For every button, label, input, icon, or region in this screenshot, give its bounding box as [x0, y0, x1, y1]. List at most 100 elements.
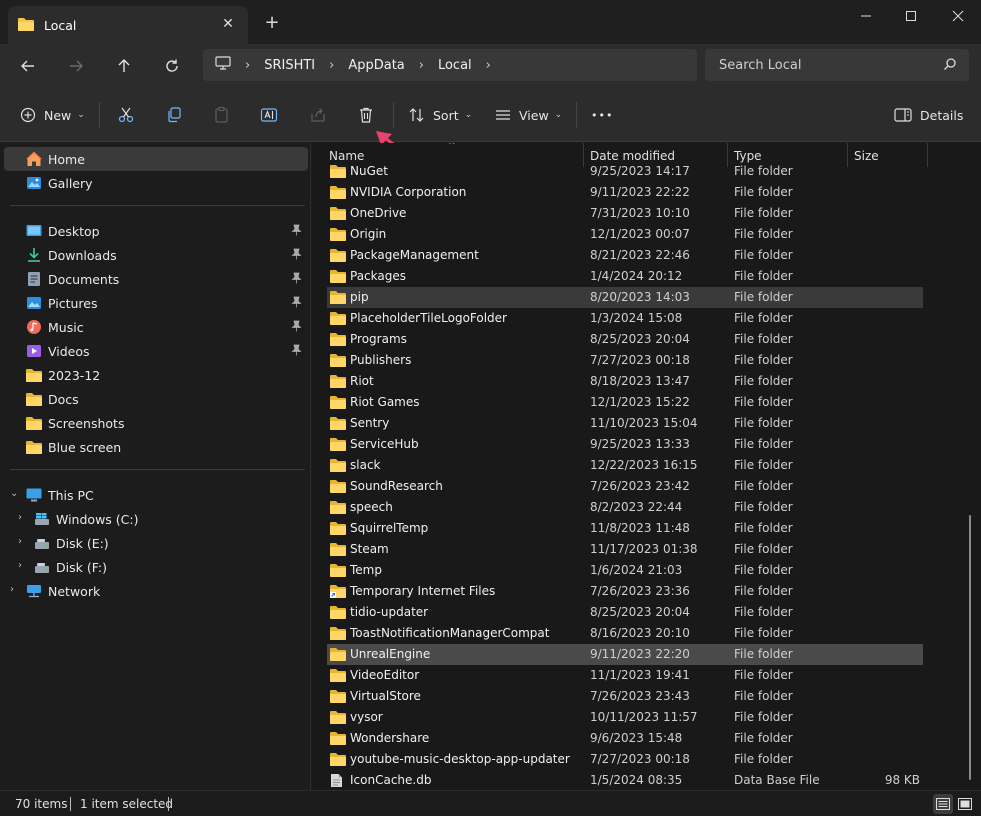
sidebar-item-this-pc[interactable]: ⌄ This PC — [4, 483, 308, 507]
new-button[interactable]: New ⌄ — [20, 101, 85, 129]
pin-icon[interactable] — [291, 248, 302, 263]
close-tab-icon[interactable]: ✕ — [220, 16, 236, 32]
sidebar-item-2023-12[interactable]: 2023-12 — [4, 363, 308, 387]
pin-icon[interactable] — [291, 320, 302, 335]
column-divider[interactable] — [927, 143, 928, 167]
search-icon[interactable] — [943, 57, 957, 74]
vertical-scrollbar[interactable] — [969, 515, 971, 780]
file-row[interactable]: speech 8/2/2023 22:44 File folder — [327, 497, 923, 518]
file-row[interactable]: ServiceHub 9/25/2023 13:33 File folder — [327, 434, 923, 455]
file-row[interactable]: Publishers 7/27/2023 00:18 File folder — [327, 350, 923, 371]
share-button[interactable] — [309, 101, 327, 129]
chevron-right-icon[interactable]: › — [486, 58, 491, 73]
file-name: PackageManagement — [350, 248, 479, 262]
maximize-button[interactable] — [888, 0, 934, 32]
sidebar-item-disk-f[interactable]: › Disk (F:) — [4, 555, 308, 579]
file-row[interactable]: Steam 11/17/2023 01:38 File folder — [327, 539, 923, 560]
sidebar-item-documents[interactable]: Documents — [4, 267, 308, 291]
file-row[interactable]: Packages 1/4/2024 20:12 File folder — [327, 266, 923, 287]
file-row[interactable]: youtube-music-desktop-app-updater 7/27/20… — [327, 749, 923, 770]
folder-icon — [330, 227, 346, 244]
file-row[interactable]: PackageManagement 8/21/2023 22:46 File fol… — [327, 245, 923, 266]
breadcrumb-local[interactable]: Local — [438, 58, 472, 73]
chevron-right-icon[interactable]: › — [10, 584, 14, 595]
sidebar-item-gallery[interactable]: Gallery — [4, 171, 308, 195]
sort-button[interactable]: Sort ⌄ — [409, 101, 472, 129]
file-row[interactable]: Origin 12/1/2023 00:07 File folder — [327, 224, 923, 245]
rename-button[interactable] — [260, 101, 278, 129]
tab-local[interactable]: Local ✕ — [8, 6, 248, 44]
sidebar-item-videos[interactable]: Videos — [4, 339, 308, 363]
file-row[interactable]: Programs 8/25/2023 20:04 File folder — [327, 329, 923, 350]
file-row[interactable]: Sentry 11/10/2023 15:04 File folder — [327, 413, 923, 434]
sidebar-item-music[interactable]: Music — [4, 315, 308, 339]
file-row[interactable]: UnrealEngine 9/11/2023 22:20 File folder — [327, 644, 923, 665]
file-row[interactable]: Wondershare 9/6/2023 15:48 File folder — [327, 728, 923, 749]
cut-button[interactable] — [117, 101, 135, 129]
new-tab-button[interactable]: + — [262, 13, 282, 33]
file-row[interactable]: PlaceholderTileLogoFolder 1/3/2024 15:08 F… — [327, 308, 923, 329]
file-row[interactable]: ToastNotificationManagerCompat 8/16/2023 … — [327, 623, 923, 644]
sidebar-item-blue-screen[interactable]: Blue screen — [4, 435, 308, 459]
chevron-right-icon[interactable]: › — [18, 536, 22, 547]
file-row[interactable]: SquirrelTemp 11/8/2023 11:48 File folder — [327, 518, 923, 539]
chevron-right-icon[interactable]: › — [419, 58, 424, 73]
chevron-right-icon[interactable]: › — [245, 58, 250, 73]
minimize-button[interactable] — [843, 0, 889, 32]
pin-icon[interactable] — [291, 296, 302, 311]
file-row[interactable]: NuGet 9/25/2023 14:17 File folder — [327, 161, 923, 182]
chevron-right-icon[interactable]: › — [329, 58, 334, 73]
sidebar-item-desktop[interactable]: Desktop — [4, 219, 308, 243]
file-row[interactable]: IconCache.db 1/5/2024 08:35 Data Base File… — [327, 770, 923, 790]
file-name: Riot — [350, 374, 374, 388]
pin-icon[interactable] — [291, 224, 302, 239]
file-row[interactable]: Temporary Internet Files 7/26/2023 23:36 F… — [327, 581, 923, 602]
file-row[interactable]: SoundResearch 7/26/2023 23:42 File folder — [327, 476, 923, 497]
paste-button[interactable] — [213, 101, 231, 129]
breadcrumb-srishti[interactable]: SRISHTI — [264, 58, 315, 73]
file-row[interactable]: Temp 1/6/2024 21:03 File folder — [327, 560, 923, 581]
delete-button[interactable] — [357, 101, 375, 129]
file-type: File folder — [734, 563, 793, 577]
back-button[interactable] — [14, 52, 42, 80]
file-row[interactable]: VideoEditor 11/1/2023 19:41 File folder — [327, 665, 923, 686]
sidebar-item-windows-c[interactable]: › Windows (C:) — [4, 507, 308, 531]
sidebar-item-home[interactable]: Home — [4, 147, 308, 171]
search-box[interactable] — [705, 49, 969, 81]
search-input[interactable] — [719, 57, 929, 73]
file-row[interactable]: OneDrive 7/31/2023 10:10 File folder — [327, 203, 923, 224]
file-row[interactable]: Riot 8/18/2023 13:47 File folder — [327, 371, 923, 392]
forward-button[interactable] — [62, 52, 90, 80]
more-options-button[interactable]: ••• — [591, 101, 613, 129]
file-row[interactable]: NVIDIA Corporation 9/11/2023 22:22 File fo… — [327, 182, 923, 203]
chevron-right-icon[interactable]: › — [18, 512, 22, 523]
details-view-button[interactable] — [933, 794, 953, 814]
file-name: tidio-updater — [350, 605, 429, 619]
file-row[interactable]: vysor 10/11/2023 11:57 File folder — [327, 707, 923, 728]
file-row[interactable]: pip 8/20/2023 14:03 File folder — [327, 287, 923, 308]
file-row[interactable]: VirtualStore 7/26/2023 23:43 File folder — [327, 686, 923, 707]
address-bar[interactable]: › SRISHTI › AppData › Local › — [203, 49, 697, 81]
up-button[interactable] — [110, 52, 138, 80]
view-button[interactable]: View ⌄ — [495, 101, 562, 129]
rename-icon — [260, 108, 278, 122]
file-row[interactable]: slack 12/22/2023 16:15 File folder — [327, 455, 923, 476]
tiles-view-button[interactable] — [955, 794, 975, 814]
pin-icon[interactable] — [291, 344, 302, 359]
sidebar-item-network[interactable]: › Network — [4, 579, 308, 603]
sidebar-item-downloads[interactable]: Downloads — [4, 243, 308, 267]
file-row[interactable]: Riot Games 12/1/2023 15:22 File folder — [327, 392, 923, 413]
sidebar-item-docs[interactable]: Docs — [4, 387, 308, 411]
sidebar-item-screenshots[interactable]: Screenshots — [4, 411, 308, 435]
chevron-right-icon[interactable]: › — [18, 560, 22, 571]
pin-icon[interactable] — [291, 272, 302, 287]
copy-button[interactable] — [165, 101, 183, 129]
sidebar-item-disk-e[interactable]: › Disk (E:) — [4, 531, 308, 555]
details-pane-button[interactable]: Details — [894, 101, 963, 129]
file-row[interactable]: tidio-updater 8/25/2023 20:04 File folder — [327, 602, 923, 623]
close-window-button[interactable] — [935, 0, 981, 32]
chevron-down-icon[interactable]: ⌄ — [10, 488, 18, 499]
sidebar-item-pictures[interactable]: Pictures — [4, 291, 308, 315]
breadcrumb-appdata[interactable]: AppData — [348, 58, 404, 73]
refresh-button[interactable] — [158, 52, 186, 80]
